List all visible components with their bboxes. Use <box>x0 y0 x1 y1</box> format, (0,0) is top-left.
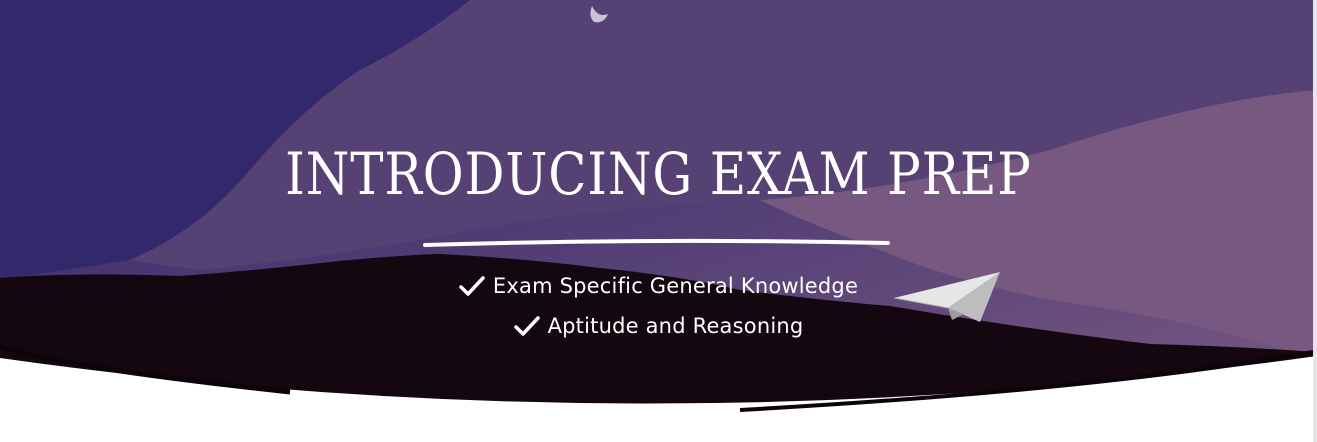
scrollbar[interactable] <box>1313 0 1317 442</box>
feature-label: Aptitude and Reasoning <box>547 314 804 338</box>
page-title: INTRODUCING EXAM PREP <box>285 140 1032 208</box>
hero-background <box>0 0 1317 442</box>
feature-item: Aptitude and Reasoning <box>0 306 1317 346</box>
check-icon <box>513 316 540 336</box>
feature-item: Exam Specific General Knowledge <box>0 266 1317 306</box>
paper-plane-icon <box>893 272 1000 322</box>
feature-label: Exam Specific General Knowledge <box>492 274 859 298</box>
moon-icon <box>590 6 608 23</box>
hero-banner: INTRODUCING EXAM PREP Exam Specific Gene… <box>0 0 1317 442</box>
feature-list: Exam Specific General Knowledge Aptitude… <box>0 266 1317 346</box>
check-icon <box>459 276 485 296</box>
